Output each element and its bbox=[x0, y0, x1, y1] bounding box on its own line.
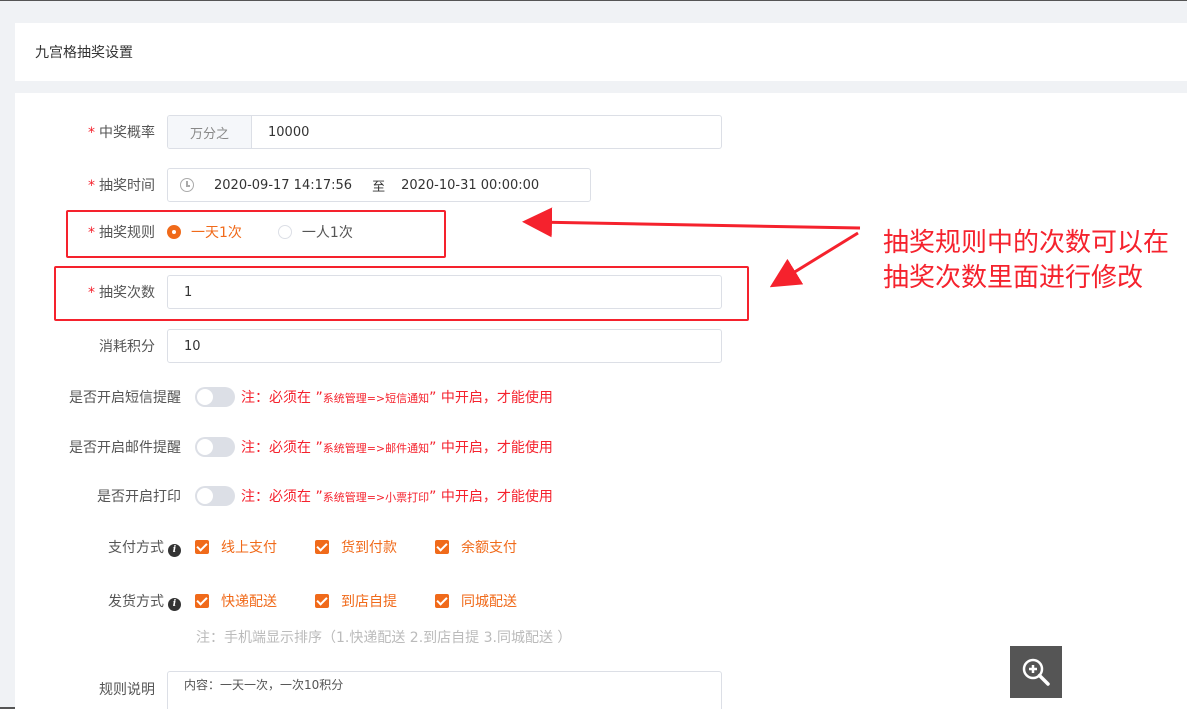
annotation-text: 抽奖规则中的次数可以在抽奖次数里面进行修改 bbox=[883, 228, 1170, 293]
zoom-in-icon bbox=[1022, 658, 1050, 686]
arrow-to-rule bbox=[522, 207, 861, 238]
zoom-button[interactable] bbox=[1010, 646, 1062, 698]
arrow-to-count bbox=[769, 231, 859, 288]
annotation-arrows bbox=[522, 207, 861, 288]
app-frame: 九宫格抽奖设置 * 中奖概率 万分之 10000 * 抽奖时间 2020-09-17… bbox=[0, 0, 1187, 709]
